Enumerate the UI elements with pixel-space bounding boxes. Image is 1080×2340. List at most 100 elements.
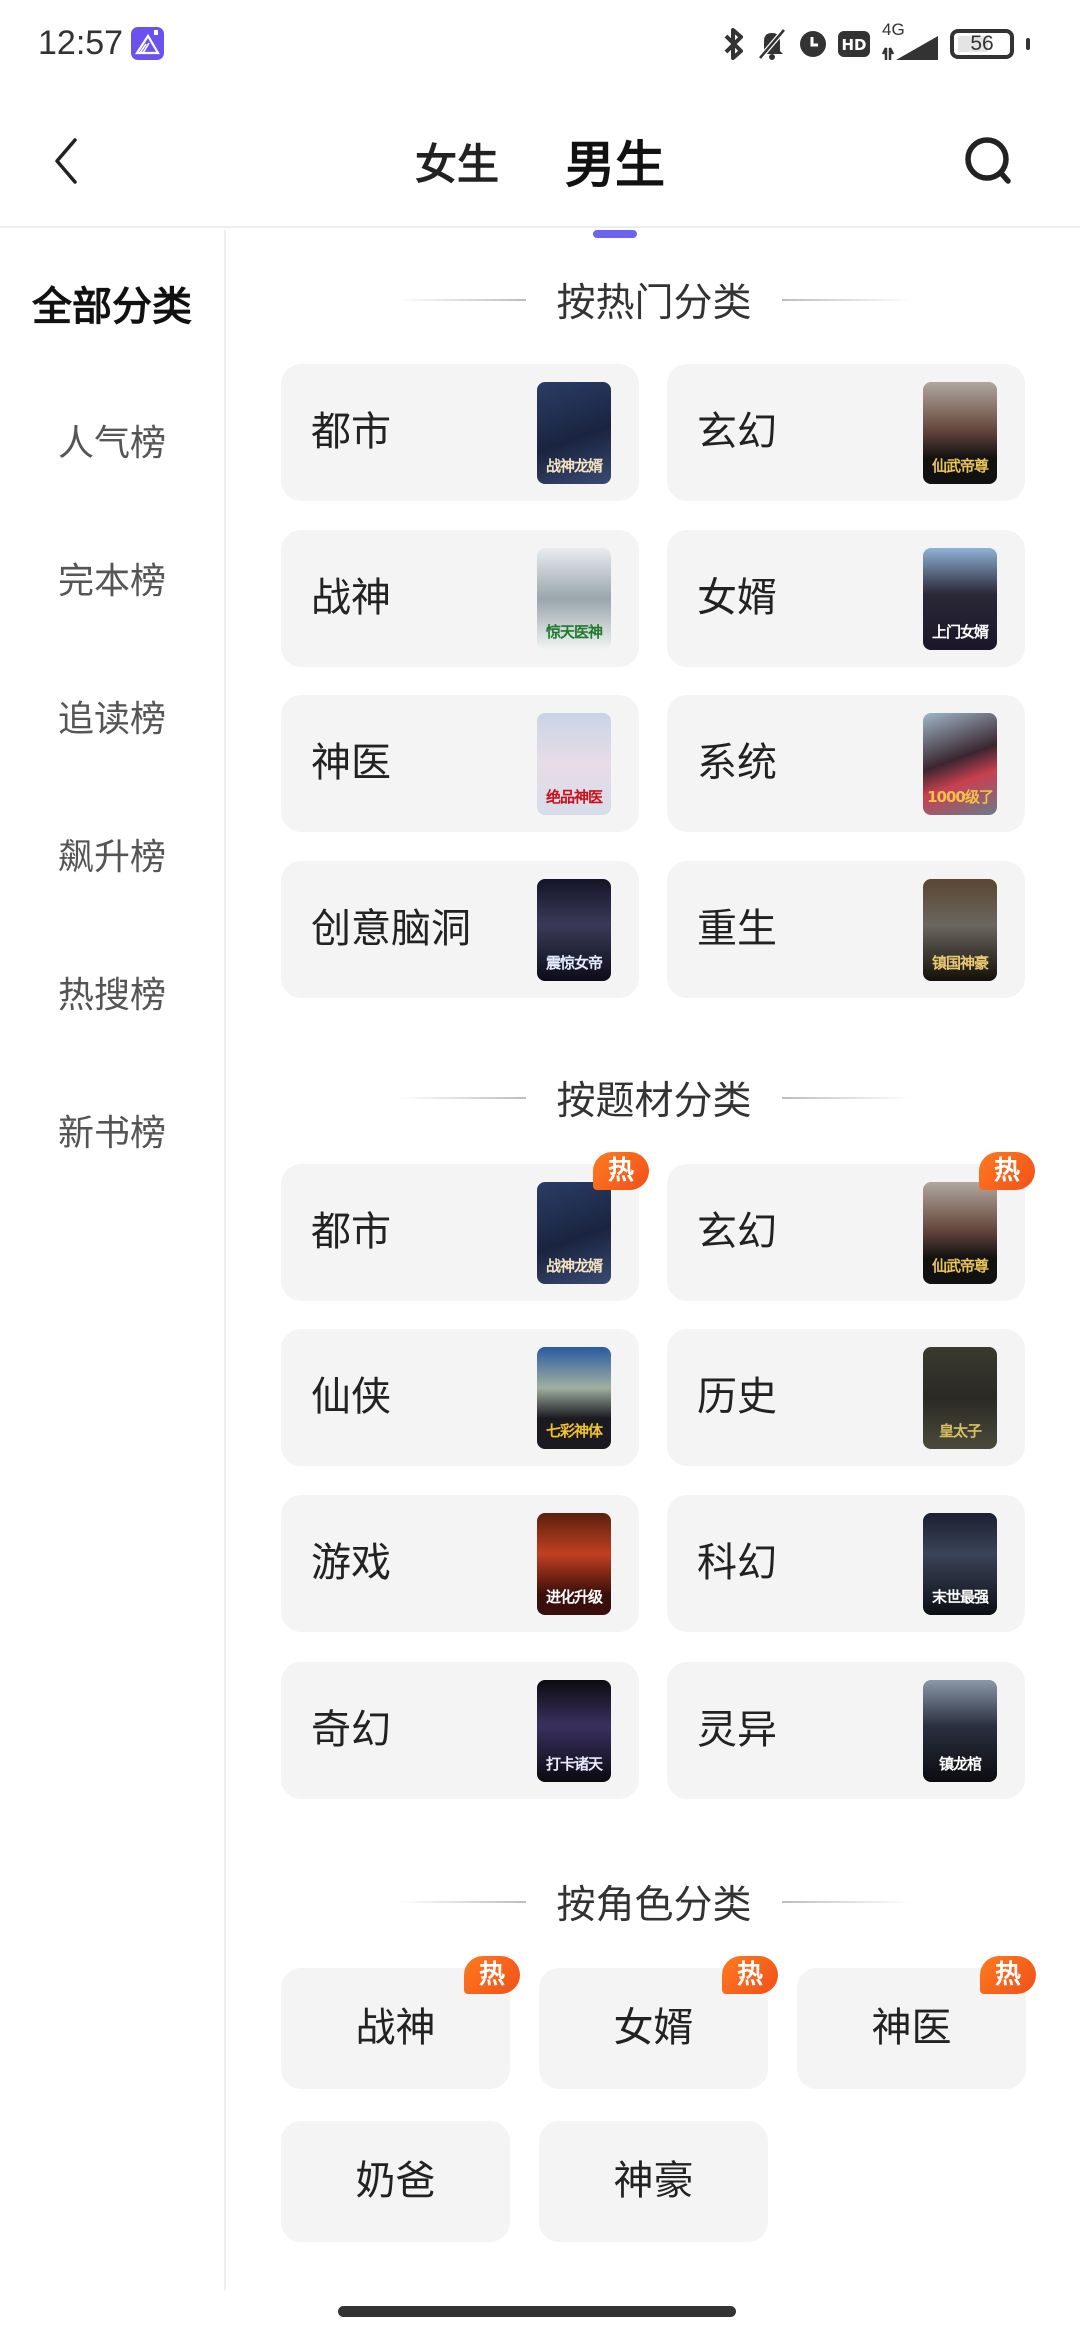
book-cover-image: 末世最强 <box>923 1513 997 1615</box>
mountain-app-icon <box>131 27 164 60</box>
home-indicator[interactable] <box>338 2306 736 2317</box>
battery-icon: 56 <box>950 29 1014 59</box>
divider-line <box>781 299 912 301</box>
role-card-3[interactable]: 奶爸 <box>281 2121 510 2242</box>
category-card-theme-5[interactable]: 科幻 末世最强 <box>667 1495 1025 1632</box>
hd-icon: HD <box>838 29 870 59</box>
cover-title: 绝品神医 <box>545 788 603 806</box>
cover-title: 镇国神豪 <box>931 954 989 972</box>
category-card-theme-6[interactable]: 奇幻 打卡诸天 <box>281 1662 639 1799</box>
cover-title: 七彩神体 <box>545 1422 603 1440</box>
alarm-clock-icon <box>798 29 828 59</box>
sidebar-item-all-categories[interactable]: 全部分类 <box>0 274 224 332</box>
cover-title: 1000级了 <box>927 788 994 806</box>
category-label: 系统 <box>697 740 777 786</box>
category-label: 玄幻 <box>697 1209 777 1255</box>
tab-female[interactable]: 女生 <box>415 130 499 200</box>
book-cover-image: 打卡诸天 <box>537 1680 611 1782</box>
tab-male[interactable]: 男生 <box>565 130 665 238</box>
hot-badge: 热 <box>722 1956 778 1994</box>
category-label: 奇幻 <box>311 1707 391 1753</box>
category-card-theme-0[interactable]: 都市 战神龙婿 热 <box>281 1152 649 1301</box>
tab-female-label: 女生 <box>414 140 499 189</box>
divider-line <box>781 1901 912 1903</box>
cover-title: 仙武帝尊 <box>931 1257 989 1275</box>
gender-tabs: 女生 男生 <box>0 130 1080 238</box>
category-label: 都市 <box>311 409 391 455</box>
search-button[interactable] <box>958 130 1020 192</box>
cover-title: 皇太子 <box>938 1422 982 1440</box>
role-label: 神医 <box>871 2005 952 2051</box>
category-label: 战神 <box>311 575 391 621</box>
role-card-4[interactable]: 神豪 <box>539 2121 768 2242</box>
cover-title: 打卡诸天 <box>545 1755 603 1773</box>
category-card-popular-6[interactable]: 创意脑洞 震惊女帝 <box>281 861 639 998</box>
bell-muted-icon <box>756 27 788 61</box>
category-card-theme-1[interactable]: 玄幻 仙武帝尊 热 <box>667 1152 1035 1301</box>
book-cover-image: 仙武帝尊 <box>923 382 997 484</box>
category-label: 神医 <box>311 740 391 786</box>
role-card-2[interactable]: 神医 热 <box>797 1956 1036 2089</box>
sidebar-item-new-books-rank[interactable]: 新书榜 <box>0 1104 224 1156</box>
sidebar-item-popularity-rank[interactable]: 人气榜 <box>0 414 224 466</box>
sidebar-item-rising-rank[interactable]: 飙升榜 <box>0 828 224 880</box>
signal-4g-icon: 4G <box>880 20 940 64</box>
category-label: 游戏 <box>311 1540 391 1586</box>
book-cover-image: 镇国神豪 <box>923 879 997 981</box>
category-card-popular-3[interactable]: 女婿 上门女婿 <box>667 530 1025 667</box>
sidebar-item-completed-rank[interactable]: 完本榜 <box>0 552 224 604</box>
book-cover-image: 皇太子 <box>923 1347 997 1449</box>
hot-badge: 热 <box>979 1152 1035 1190</box>
role-card-1[interactable]: 女婿 热 <box>539 1956 778 2089</box>
status-time: 12:57 <box>38 24 124 62</box>
category-label: 科幻 <box>697 1540 777 1586</box>
cover-title: 战神龙婿 <box>545 1257 603 1275</box>
bluetooth-icon <box>722 27 746 61</box>
category-card-theme-7[interactable]: 灵异 镇龙棺 <box>667 1662 1025 1799</box>
role-label: 战神 <box>355 2005 436 2051</box>
hot-badge: 热 <box>980 1956 1036 1994</box>
category-label: 女婿 <box>697 575 777 621</box>
cover-title: 战神龙婿 <box>545 457 603 475</box>
status-icons: HD 4G 56 <box>722 20 1030 66</box>
category-card-popular-4[interactable]: 神医 绝品神医 <box>281 695 639 832</box>
section-title-text: 按题材分类 <box>556 1079 752 1124</box>
book-cover-image: 绝品神医 <box>537 713 611 815</box>
section-title-text: 按角色分类 <box>556 1883 752 1928</box>
battery-level: 56 <box>970 32 994 55</box>
book-cover-image: 震惊女帝 <box>537 879 611 981</box>
battery-tip <box>1026 38 1030 50</box>
category-card-popular-0[interactable]: 都市 战神龙婿 <box>281 364 639 501</box>
category-label: 创意脑洞 <box>311 906 471 952</box>
book-cover-image: 战神龙婿 <box>537 382 611 484</box>
section-title-text: 按热门分类 <box>556 281 752 326</box>
category-card-theme-2[interactable]: 仙侠 七彩神体 <box>281 1329 639 1466</box>
divider-line <box>396 1901 527 1903</box>
book-cover-image: 进化升级 <box>537 1513 611 1615</box>
sidebar-item-follow-rank[interactable]: 追读榜 <box>0 690 224 742</box>
role-card-0[interactable]: 战神 热 <box>281 1956 520 2089</box>
category-card-theme-4[interactable]: 游戏 进化升级 <box>281 1495 639 1632</box>
book-cover-image: 仙武帝尊 <box>923 1182 997 1284</box>
divider-line <box>781 1097 912 1099</box>
sidebar-item-hot-search-rank[interactable]: 热搜榜 <box>0 966 224 1018</box>
role-label: 神豪 <box>613 2158 694 2204</box>
section-title-theme: 按题材分类 <box>228 1068 1080 1128</box>
cover-title: 上门女婿 <box>931 623 989 641</box>
divider-line <box>396 1097 527 1099</box>
hot-badge: 热 <box>593 1152 649 1190</box>
section-title-popular: 按热门分类 <box>228 270 1080 330</box>
role-label: 奶爸 <box>355 2158 436 2204</box>
book-cover-image: 1000级了 <box>923 713 997 815</box>
category-card-popular-7[interactable]: 重生 镇国神豪 <box>667 861 1025 998</box>
category-label: 玄幻 <box>697 409 777 455</box>
cover-title: 进化升级 <box>545 1588 603 1606</box>
category-label: 历史 <box>697 1374 777 1420</box>
category-card-popular-1[interactable]: 玄幻 仙武帝尊 <box>667 364 1025 501</box>
category-card-popular-5[interactable]: 系统 1000级了 <box>667 695 1025 832</box>
category-label: 仙侠 <box>311 1374 391 1420</box>
category-card-theme-3[interactable]: 历史 皇太子 <box>667 1329 1025 1466</box>
book-cover-image: 惊天医神 <box>537 548 611 650</box>
cover-title: 惊天医神 <box>545 623 603 641</box>
category-card-popular-2[interactable]: 战神 惊天医神 <box>281 530 639 667</box>
